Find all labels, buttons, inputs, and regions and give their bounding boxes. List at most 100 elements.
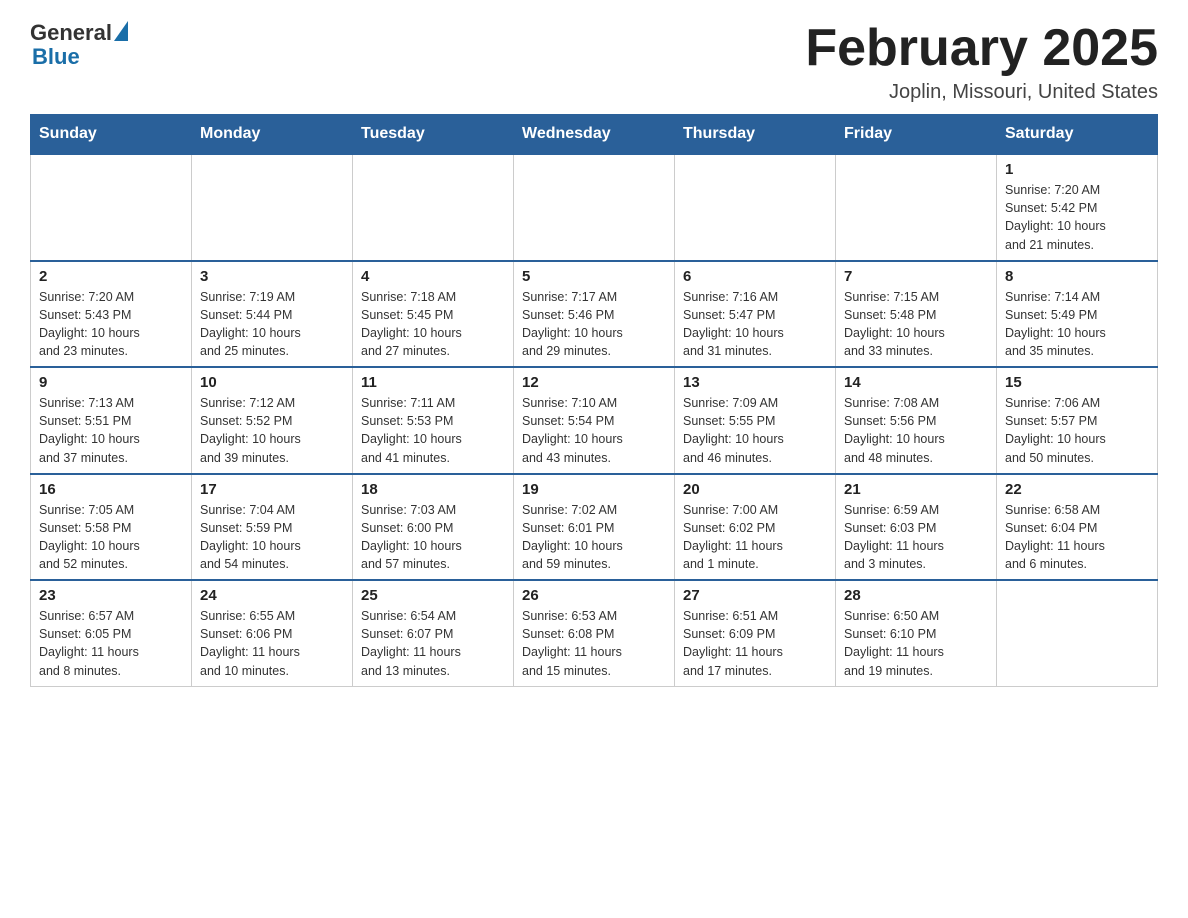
calendar-day-header: Friday — [836, 115, 997, 155]
day-number: 23 — [39, 587, 183, 604]
day-number: 4 — [361, 268, 505, 285]
calendar-cell: 3 Sunrise: 7:19 AM Sunset: 5:44 PM Daylig… — [192, 261, 353, 368]
day-number: 11 — [361, 374, 505, 391]
calendar-cell: 2Sunrise: 7:20 AM Sunset: 5:43 PM Daylig… — [31, 261, 192, 368]
day-number: 15 — [1005, 374, 1149, 391]
calendar-day-header: Monday — [192, 115, 353, 155]
day-number: 22 — [1005, 481, 1149, 498]
day-info: Sunrise: 7:04 AM Sunset: 5:59 PM Dayligh… — [200, 501, 344, 574]
calendar-week-row: 16 Sunrise: 7:05 AM Sunset: 5:58 PM Dayli… — [31, 474, 1158, 581]
calendar-week-row: 1 Sunrise: 7:20 AM Sunset: 5:42 PM Daylig… — [31, 154, 1158, 261]
day-info: Sunrise: 7:14 AM Sunset: 5:49 PM Dayligh… — [1005, 288, 1149, 361]
day-number: 21 — [844, 481, 988, 498]
day-number: 13 — [683, 374, 827, 391]
page-header: General Blue February 2025 Joplin, Misso… — [30, 20, 1158, 104]
day-info: Sunrise: 6:58 AM Sunset: 6:04 PM Dayligh… — [1005, 501, 1149, 574]
calendar-week-row: 23 Sunrise: 6:57 AM Sunset: 6:05 PM Dayli… — [31, 580, 1158, 686]
day-info: Sunrise: 7:09 AM Sunset: 5:55 PM Dayligh… — [683, 394, 827, 467]
calendar-cell: 5 Sunrise: 7:17 AM Sunset: 5:46 PM Daylig… — [514, 261, 675, 368]
day-number: 14 — [844, 374, 988, 391]
calendar-cell: 19 Sunrise: 7:02 AM Sunset: 6:01 PM Dayli… — [514, 474, 675, 581]
day-info: Sunrise: 6:55 AM Sunset: 6:06 PM Dayligh… — [200, 607, 344, 680]
day-info: Sunrise: 7:08 AM Sunset: 5:56 PM Dayligh… — [844, 394, 988, 467]
day-info: Sunrise: 7:13 AM Sunset: 5:51 PM Dayligh… — [39, 394, 183, 467]
day-number: 3 — [200, 268, 344, 285]
day-info: Sunrise: 7:20 AM Sunset: 5:42 PM Dayligh… — [1005, 181, 1149, 254]
day-number: 2 — [39, 268, 183, 285]
day-number: 6 — [683, 268, 827, 285]
day-info: Sunrise: 7:05 AM Sunset: 5:58 PM Dayligh… — [39, 501, 183, 574]
logo-general-text: General — [30, 20, 112, 46]
calendar-cell: 18 Sunrise: 7:03 AM Sunset: 6:00 PM Dayli… — [353, 474, 514, 581]
calendar-cell: 26 Sunrise: 6:53 AM Sunset: 6:08 PM Dayli… — [514, 580, 675, 686]
day-info: Sunrise: 6:53 AM Sunset: 6:08 PM Dayligh… — [522, 607, 666, 680]
day-info: Sunrise: 6:54 AM Sunset: 6:07 PM Dayligh… — [361, 607, 505, 680]
calendar-day-header: Thursday — [675, 115, 836, 155]
day-info: Sunrise: 7:16 AM Sunset: 5:47 PM Dayligh… — [683, 288, 827, 361]
calendar-cell: 13 Sunrise: 7:09 AM Sunset: 5:55 PM Dayli… — [675, 367, 836, 474]
calendar-header-row: SundayMondayTuesdayWednesdayThursdayFrid… — [31, 115, 1158, 155]
calendar-cell: 25Sunrise: 6:54 AM Sunset: 6:07 PM Dayli… — [353, 580, 514, 686]
day-info: Sunrise: 6:51 AM Sunset: 6:09 PM Dayligh… — [683, 607, 827, 680]
day-number: 28 — [844, 587, 988, 604]
day-info: Sunrise: 7:03 AM Sunset: 6:00 PM Dayligh… — [361, 501, 505, 574]
calendar-cell: 1 Sunrise: 7:20 AM Sunset: 5:42 PM Daylig… — [997, 154, 1158, 261]
day-info: Sunrise: 7:12 AM Sunset: 5:52 PM Dayligh… — [200, 394, 344, 467]
location-subtitle: Joplin, Missouri, United States — [805, 81, 1158, 104]
calendar-week-row: 9 Sunrise: 7:13 AM Sunset: 5:51 PM Daylig… — [31, 367, 1158, 474]
calendar-cell — [353, 154, 514, 261]
day-info: Sunrise: 7:02 AM Sunset: 6:01 PM Dayligh… — [522, 501, 666, 574]
calendar-cell: 27Sunrise: 6:51 AM Sunset: 6:09 PM Dayli… — [675, 580, 836, 686]
calendar-cell: 15Sunrise: 7:06 AM Sunset: 5:57 PM Dayli… — [997, 367, 1158, 474]
calendar-cell: 9 Sunrise: 7:13 AM Sunset: 5:51 PM Daylig… — [31, 367, 192, 474]
day-number: 9 — [39, 374, 183, 391]
calendar-cell: 10 Sunrise: 7:12 AM Sunset: 5:52 PM Dayli… — [192, 367, 353, 474]
logo-blue-text: Blue — [32, 44, 80, 70]
calendar-cell — [997, 580, 1158, 686]
calendar-day-header: Tuesday — [353, 115, 514, 155]
calendar-cell: 11 Sunrise: 7:11 AM Sunset: 5:53 PM Dayli… — [353, 367, 514, 474]
calendar-cell: 12 Sunrise: 7:10 AM Sunset: 5:54 PM Dayli… — [514, 367, 675, 474]
day-info: Sunrise: 7:15 AM Sunset: 5:48 PM Dayligh… — [844, 288, 988, 361]
calendar-cell — [836, 154, 997, 261]
calendar-cell: 7 Sunrise: 7:15 AM Sunset: 5:48 PM Daylig… — [836, 261, 997, 368]
day-number: 18 — [361, 481, 505, 498]
title-block: February 2025 Joplin, Missouri, United S… — [805, 20, 1158, 104]
day-number: 12 — [522, 374, 666, 391]
calendar-cell: 8 Sunrise: 7:14 AM Sunset: 5:49 PM Daylig… — [997, 261, 1158, 368]
day-number: 8 — [1005, 268, 1149, 285]
calendar-table: SundayMondayTuesdayWednesdayThursdayFrid… — [30, 114, 1158, 687]
day-info: Sunrise: 6:57 AM Sunset: 6:05 PM Dayligh… — [39, 607, 183, 680]
calendar-cell: 21 Sunrise: 6:59 AM Sunset: 6:03 PM Dayli… — [836, 474, 997, 581]
day-info: Sunrise: 6:50 AM Sunset: 6:10 PM Dayligh… — [844, 607, 988, 680]
calendar-day-header: Wednesday — [514, 115, 675, 155]
day-info: Sunrise: 7:19 AM Sunset: 5:44 PM Dayligh… — [200, 288, 344, 361]
day-number: 5 — [522, 268, 666, 285]
day-number: 16 — [39, 481, 183, 498]
calendar-day-header: Saturday — [997, 115, 1158, 155]
day-number: 17 — [200, 481, 344, 498]
calendar-cell: 23 Sunrise: 6:57 AM Sunset: 6:05 PM Dayli… — [31, 580, 192, 686]
day-number: 19 — [522, 481, 666, 498]
day-info: Sunrise: 7:10 AM Sunset: 5:54 PM Dayligh… — [522, 394, 666, 467]
calendar-week-row: 2Sunrise: 7:20 AM Sunset: 5:43 PM Daylig… — [31, 261, 1158, 368]
day-info: Sunrise: 7:17 AM Sunset: 5:46 PM Dayligh… — [522, 288, 666, 361]
calendar-cell: 22 Sunrise: 6:58 AM Sunset: 6:04 PM Dayli… — [997, 474, 1158, 581]
calendar-cell: 17 Sunrise: 7:04 AM Sunset: 5:59 PM Dayli… — [192, 474, 353, 581]
month-year-title: February 2025 — [805, 20, 1158, 77]
day-info: Sunrise: 7:18 AM Sunset: 5:45 PM Dayligh… — [361, 288, 505, 361]
calendar-cell — [675, 154, 836, 261]
logo-triangle-icon — [114, 21, 128, 41]
day-number: 26 — [522, 587, 666, 604]
calendar-cell: 16 Sunrise: 7:05 AM Sunset: 5:58 PM Dayli… — [31, 474, 192, 581]
calendar-cell — [514, 154, 675, 261]
calendar-cell — [31, 154, 192, 261]
day-number: 1 — [1005, 161, 1149, 178]
day-number: 20 — [683, 481, 827, 498]
day-number: 10 — [200, 374, 344, 391]
calendar-day-header: Sunday — [31, 115, 192, 155]
calendar-cell: 4 Sunrise: 7:18 AM Sunset: 5:45 PM Daylig… — [353, 261, 514, 368]
day-info: Sunrise: 6:59 AM Sunset: 6:03 PM Dayligh… — [844, 501, 988, 574]
day-info: Sunrise: 7:11 AM Sunset: 5:53 PM Dayligh… — [361, 394, 505, 467]
day-number: 7 — [844, 268, 988, 285]
